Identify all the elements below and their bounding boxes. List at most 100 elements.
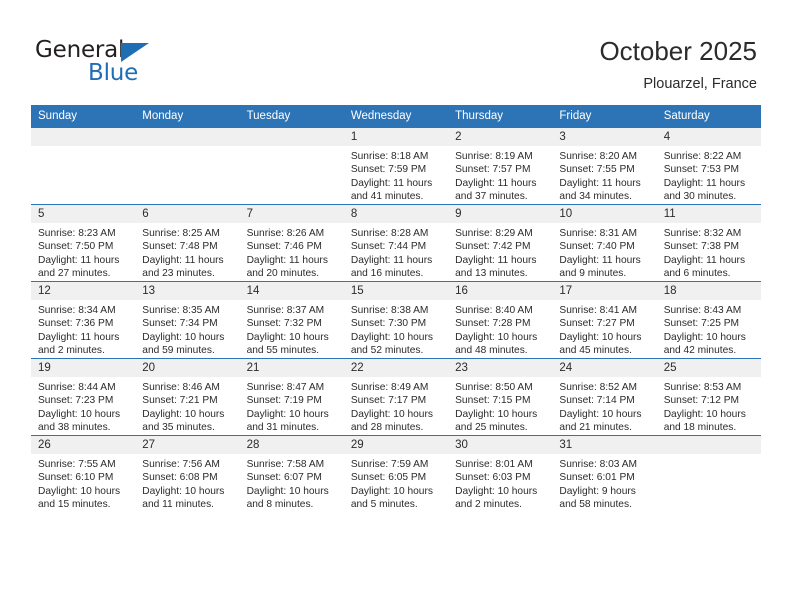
daylight-text-line1: Daylight: 10 hours: [350, 485, 433, 497]
page-header: General Blue October 2025 Plouarzel, Fra…: [0, 0, 792, 103]
day-cell-details: Sunrise: 8:22 AM Sunset: 7:53 PM Daylight:…: [657, 146, 761, 204]
day-cell-inner: 28 Sunrise: 7:58 AM Sunset: 6:07 PM Dayligh…: [239, 436, 344, 512]
daylight-text-line1: Daylight: 11 hours: [350, 177, 433, 189]
day-cell-inner: [656, 436, 761, 512]
calendar-day-cell[interactable]: 30 Sunrise: 8:01 AM Sunset: 6:03 PM Dayligh…: [448, 435, 553, 512]
brand-logo[interactable]: General Blue: [35, 38, 235, 88]
day-number: 24: [552, 359, 657, 377]
daylight-text-line2: and 20 minutes.: [246, 268, 320, 280]
calendar-day-cell[interactable]: 21 Sunrise: 8:47 AM Sunset: 7:19 PM Dayligh…: [239, 358, 344, 436]
daylight-text-line1: Daylight: 10 hours: [38, 408, 121, 420]
day-cell-details: Sunrise: 8:32 AM Sunset: 7:38 PM Daylight:…: [657, 223, 761, 281]
calendar-week-row: 5 Sunrise: 8:23 AM Sunset: 7:50 PM Daylight…: [31, 204, 761, 282]
calendar-day-cell[interactable]: 17 Sunrise: 8:41 AM Sunset: 7:27 PM Dayligh…: [552, 281, 657, 359]
daylight-text-line1: Daylight: 11 hours: [455, 254, 537, 266]
day-cell-details: Sunrise: 8:18 AM Sunset: 7:59 PM Daylight:…: [344, 146, 448, 204]
calendar-week-row: 1 Sunrise: 8:18 AM Sunset: 7:59 PM Daylight…: [31, 128, 761, 205]
day-number: 14: [239, 282, 344, 300]
sunrise-text: Sunrise: 8:43 AM: [663, 305, 742, 316]
day-number: 18: [656, 282, 761, 300]
day-number: 16: [448, 282, 553, 300]
day-number: [135, 128, 240, 146]
weekday-header-thursday: Thursday: [448, 105, 553, 128]
day-cell-details: Sunrise: 8:23 AM Sunset: 7:50 PM Daylight:…: [31, 223, 135, 281]
sunset-text: Sunset: 7:36 PM: [38, 318, 114, 330]
sunset-text: Sunset: 7:53 PM: [663, 164, 740, 176]
calendar-day-cell[interactable]: 11 Sunrise: 8:32 AM Sunset: 7:38 PM Dayligh…: [656, 204, 761, 282]
daylight-text-line2: and 42 minutes.: [663, 345, 737, 357]
day-cell-details: Sunrise: 8:38 AM Sunset: 7:30 PM Daylight:…: [344, 300, 448, 358]
calendar-day-cell[interactable]: 9 Sunrise: 8:29 AM Sunset: 7:42 PM Daylight…: [448, 204, 553, 282]
calendar-day-cell[interactable]: 16 Sunrise: 8:40 AM Sunset: 7:28 PM Dayligh…: [448, 281, 553, 359]
day-number: 7: [239, 205, 344, 223]
sunset-text: Sunset: 7:21 PM: [142, 395, 218, 407]
daylight-text-line1: Daylight: 11 hours: [142, 254, 224, 266]
calendar-day-cell[interactable]: 27 Sunrise: 7:56 AM Sunset: 6:08 PM Dayligh…: [135, 435, 240, 512]
daylight-text-line1: Daylight: 11 hours: [663, 177, 746, 189]
calendar-day-cell[interactable]: 25 Sunrise: 8:53 AM Sunset: 7:12 PM Dayligh…: [656, 358, 761, 436]
day-cell-inner: 30 Sunrise: 8:01 AM Sunset: 6:03 PM Dayligh…: [448, 436, 553, 512]
sunrise-text: Sunrise: 8:44 AM: [38, 382, 116, 393]
calendar-day-cell[interactable]: 1 Sunrise: 8:18 AM Sunset: 7:59 PM Daylight…: [343, 128, 449, 205]
calendar-day-cell[interactable]: 24 Sunrise: 8:52 AM Sunset: 7:14 PM Dayligh…: [552, 358, 657, 436]
daylight-text-line1: Daylight: 11 hours: [455, 177, 537, 189]
calendar-day-cell[interactable]: 26 Sunrise: 7:55 AM Sunset: 6:10 PM Dayligh…: [31, 435, 136, 512]
calendar-day-cell[interactable]: 7 Sunrise: 8:26 AM Sunset: 7:46 PM Daylight…: [239, 204, 344, 282]
calendar-day-cell[interactable]: 18 Sunrise: 8:43 AM Sunset: 7:25 PM Dayligh…: [656, 281, 761, 359]
day-number: [31, 128, 136, 146]
calendar-day-cell[interactable]: 19 Sunrise: 8:44 AM Sunset: 7:23 PM Dayligh…: [31, 358, 136, 436]
day-cell-inner: 12 Sunrise: 8:34 AM Sunset: 7:36 PM Dayligh…: [31, 282, 136, 358]
calendar-day-cell[interactable]: 28 Sunrise: 7:58 AM Sunset: 6:07 PM Dayligh…: [239, 435, 344, 512]
calendar-day-cell[interactable]: 13 Sunrise: 8:35 AM Sunset: 7:34 PM Dayligh…: [135, 281, 240, 359]
calendar-day-cell[interactable]: 3 Sunrise: 8:20 AM Sunset: 7:55 PM Daylight…: [552, 128, 657, 205]
day-cell-details: Sunrise: 8:53 AM Sunset: 7:12 PM Daylight:…: [657, 377, 761, 435]
calendar-day-cell[interactable]: 15 Sunrise: 8:38 AM Sunset: 7:30 PM Dayligh…: [343, 281, 449, 359]
calendar-day-cell[interactable]: 29 Sunrise: 7:59 AM Sunset: 6:05 PM Dayligh…: [343, 435, 449, 512]
daylight-text-line2: and 9 minutes.: [559, 268, 627, 280]
calendar-day-cell[interactable]: 5 Sunrise: 8:23 AM Sunset: 7:50 PM Daylight…: [31, 204, 136, 282]
daylight-text-line2: and 13 minutes.: [455, 268, 528, 280]
sunrise-text: Sunrise: 7:58 AM: [246, 459, 325, 470]
daylight-text-line1: Daylight: 10 hours: [246, 331, 329, 343]
calendar-day-cell[interactable]: 12 Sunrise: 8:34 AM Sunset: 7:36 PM Dayligh…: [31, 281, 136, 359]
sunset-text: Sunset: 7:19 PM: [246, 395, 322, 407]
calendar-page: General Blue October 2025 Plouarzel, Fra…: [0, 0, 792, 612]
sunrise-text: Sunrise: 8:52 AM: [559, 382, 637, 393]
day-number: 30: [448, 436, 553, 454]
sunrise-text: Sunrise: 8:50 AM: [455, 382, 533, 393]
sunrise-text: Sunrise: 8:49 AM: [350, 382, 429, 393]
calendar-day-cell[interactable]: 10 Sunrise: 8:31 AM Sunset: 7:40 PM Dayligh…: [552, 204, 657, 282]
weekday-header-tuesday: Tuesday: [239, 105, 344, 128]
calendar-day-cell[interactable]: 20 Sunrise: 8:46 AM Sunset: 7:21 PM Dayligh…: [135, 358, 240, 436]
day-cell-inner: 26 Sunrise: 7:55 AM Sunset: 6:10 PM Dayligh…: [31, 436, 136, 512]
day-cell-details: Sunrise: 8:47 AM Sunset: 7:19 PM Daylight:…: [240, 377, 344, 435]
calendar-day-cell[interactable]: 14 Sunrise: 8:37 AM Sunset: 7:32 PM Dayligh…: [239, 281, 344, 359]
calendar-day-cell[interactable]: 22 Sunrise: 8:49 AM Sunset: 7:17 PM Dayligh…: [343, 358, 449, 436]
daylight-text-line2: and 5 minutes.: [350, 499, 418, 511]
calendar-day-cell[interactable]: 2 Sunrise: 8:19 AM Sunset: 7:57 PM Daylight…: [448, 128, 553, 205]
day-cell-inner: 16 Sunrise: 8:40 AM Sunset: 7:28 PM Dayligh…: [448, 282, 553, 358]
calendar-day-cell-empty: [656, 435, 761, 512]
sunset-text: Sunset: 6:01 PM: [559, 472, 635, 484]
calendar-day-cell[interactable]: 6 Sunrise: 8:25 AM Sunset: 7:48 PM Daylight…: [135, 204, 240, 282]
sunrise-text: Sunrise: 8:37 AM: [246, 305, 325, 316]
calendar-day-cell[interactable]: 31 Sunrise: 8:03 AM Sunset: 6:01 PM Dayligh…: [552, 435, 657, 512]
calendar-day-cell[interactable]: 4 Sunrise: 8:22 AM Sunset: 7:53 PM Daylight…: [656, 128, 761, 205]
day-number: 12: [31, 282, 136, 300]
calendar-week-row: 19 Sunrise: 8:44 AM Sunset: 7:23 PM Dayligh…: [31, 358, 761, 436]
calendar-day-cell[interactable]: 23 Sunrise: 8:50 AM Sunset: 7:15 PM Dayligh…: [448, 358, 553, 436]
daylight-text-line2: and 30 minutes.: [663, 191, 737, 203]
sunset-text: Sunset: 7:30 PM: [350, 318, 427, 330]
day-cell-inner: 31 Sunrise: 8:03 AM Sunset: 6:01 PM Dayligh…: [552, 436, 657, 512]
day-cell-inner: 4 Sunrise: 8:22 AM Sunset: 7:53 PM Daylight…: [656, 128, 761, 204]
sunrise-text: Sunrise: 8:47 AM: [246, 382, 325, 393]
daylight-text-line1: Daylight: 10 hours: [350, 331, 433, 343]
sunset-text: Sunset: 7:23 PM: [38, 395, 114, 407]
daylight-text-line2: and 25 minutes.: [455, 422, 528, 434]
brand-name-blue: Blue: [88, 60, 139, 86]
sunset-text: Sunset: 7:38 PM: [663, 241, 740, 253]
calendar-day-cell[interactable]: 8 Sunrise: 8:28 AM Sunset: 7:44 PM Daylight…: [343, 204, 449, 282]
brand-name-general: General: [35, 37, 125, 63]
day-cell-details: Sunrise: 8:20 AM Sunset: 7:55 PM Daylight:…: [552, 146, 656, 204]
calendar-grid: Sunday Monday Tuesday Wednesday Thursday…: [31, 105, 761, 512]
